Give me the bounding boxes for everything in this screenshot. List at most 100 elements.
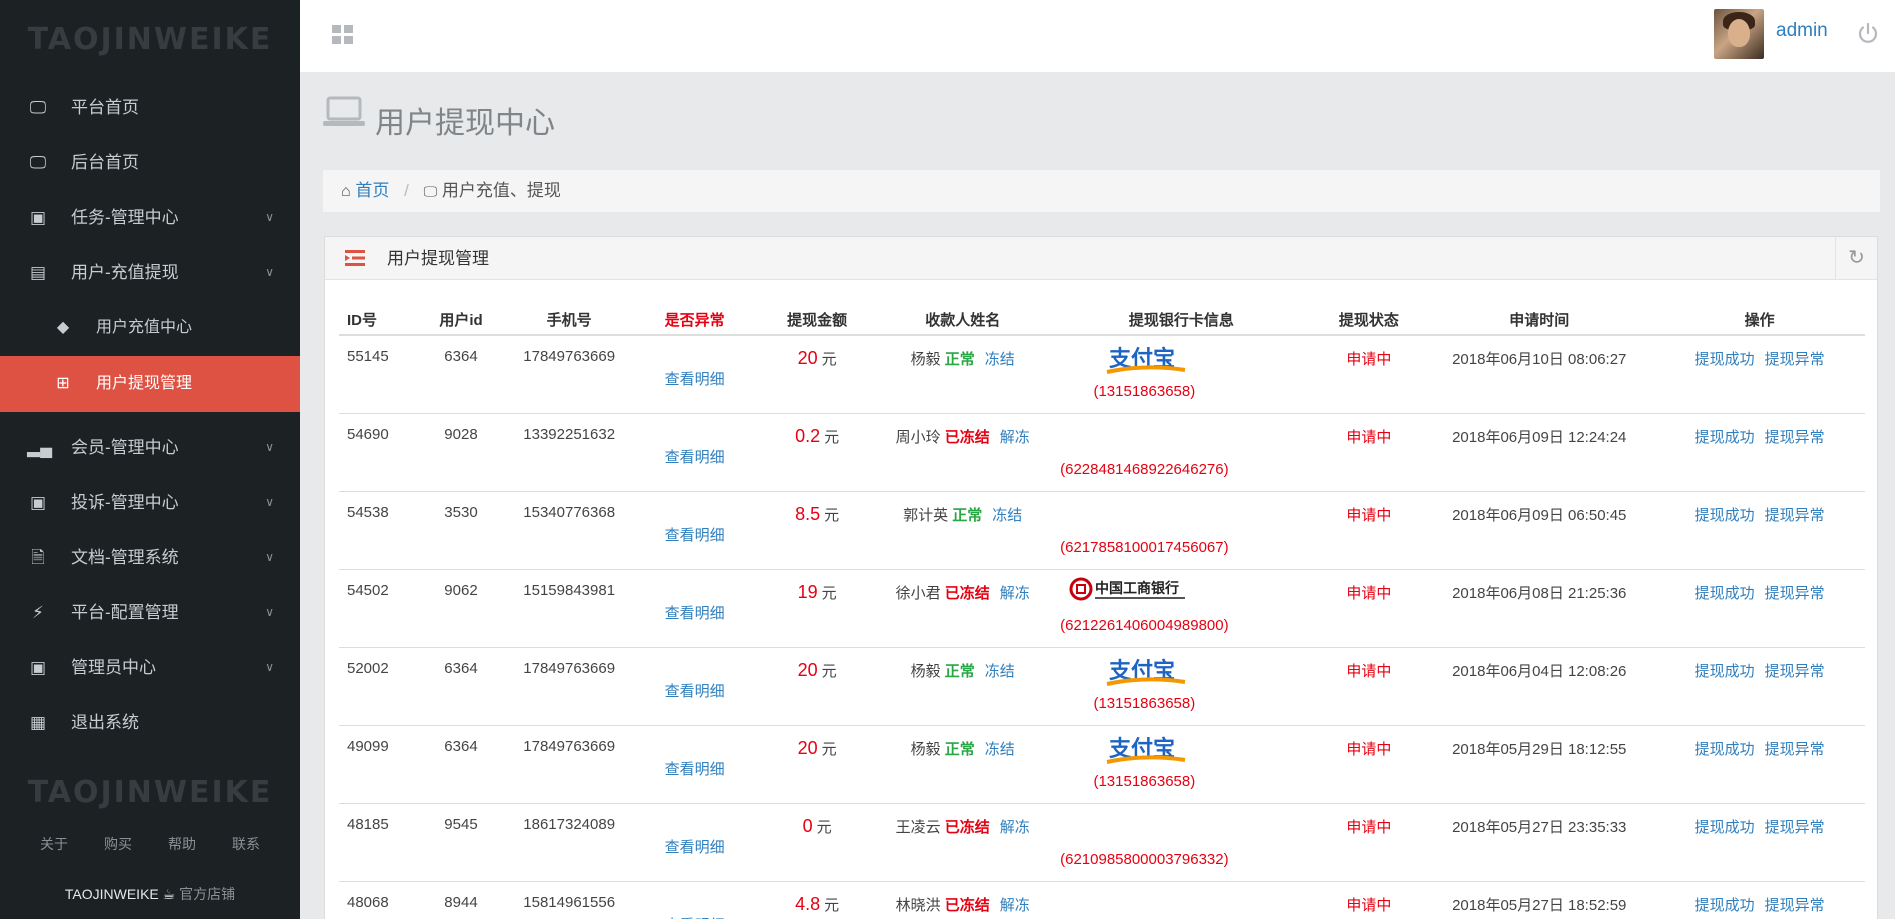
account-status: 正常 [944,662,975,680]
cell-ops: 提现成功 提现异常 [1654,803,1865,882]
breadcrumb-home[interactable]: 首页 [355,181,389,200]
cell-bank: (6210985800003796332) [1049,803,1314,882]
footer-link-help[interactable]: 帮助 [168,834,196,854]
cell-time: 2018年06月08日 21:25:36 [1424,569,1655,648]
sidebar-item-label: 用户提现管理 [96,375,193,392]
withdraw-abnormal-link[interactable]: 提现异常 [1765,585,1825,602]
breadcrumb-current: 用户充值、提现 [441,181,561,200]
table-row: 48185 9545 18617324089 查看明细 0 元王凌云 已冻结 解冻 (6210… [339,803,1865,882]
cell-bank: 支付宝 (13151863658) [1049,335,1314,414]
sidebar-item-document-system[interactable]: 🗎 文档-管理系统 ∨ [0,530,300,585]
freeze-link[interactable]: 冻结 [985,741,1015,758]
sidebar-item-label: 会员-管理中心 [71,438,179,457]
withdraw-success-link[interactable]: 提现成功 [1695,663,1755,680]
sidebar-item-platform-config[interactable]: ⚡ 平台-配置管理 ∨ [0,585,300,640]
withdraw-abnormal-link[interactable]: 提现异常 [1765,429,1825,446]
view-detail-link[interactable]: 查看明细 [665,446,725,467]
unfreeze-link[interactable]: 解冻 [1000,585,1030,602]
grid-menu-icon[interactable] [332,25,354,45]
cell-phone: 17849763669 [507,335,632,414]
topbar: admin [300,0,1895,72]
view-detail-link[interactable]: 查看明细 [665,602,725,623]
withdraw-abnormal-link[interactable]: 提现异常 [1765,351,1825,368]
power-icon[interactable] [1856,22,1880,46]
unfreeze-link[interactable]: 解冻 [1000,429,1030,446]
withdraw-success-link[interactable]: 提现成功 [1695,585,1755,602]
view-detail-link[interactable]: 查看明细 [665,680,725,701]
official-shop-link[interactable]: TAOJINWEIKE ☕ 官方店铺 [0,884,300,904]
cell-uid: 6364 [414,725,508,804]
unfreeze-link[interactable]: 解冻 [1000,897,1030,914]
amount-value: 19 [797,581,818,602]
currency-unit: 元 [821,351,837,368]
freeze-link[interactable]: 冻结 [992,507,1022,524]
sidebar-item-recharge-withdraw[interactable]: ▤ 用户-充值提现 ∨ [0,245,300,300]
withdraw-success-link[interactable]: 提现成功 [1695,897,1755,914]
chevron-down-icon: ∨ [265,495,274,509]
sidebar-item-admin-center[interactable]: ▣ 管理员中心 ∨ [0,640,300,695]
freeze-link[interactable]: 冻结 [985,663,1015,680]
currency-unit: 元 [816,818,832,836]
table-row: 55145 6364 17849763669 查看明细 20 元杨毅 正常 冻结 支付宝 (13… [339,335,1865,414]
panel-header: 用户提现管理 ↻ [325,237,1877,280]
col-header-payee: 收款人姓名 [876,305,1050,336]
refresh-button[interactable]: ↻ [1835,237,1877,280]
footer-link-buy[interactable]: 购买 [104,834,132,854]
withdraw-success-link[interactable]: 提现成功 [1695,819,1755,836]
withdraw-abnormal-link[interactable]: 提现异常 [1765,897,1825,914]
sidebar-item-withdraw-management[interactable]: ⊞ 用户提现管理 [0,356,300,412]
withdraw-success-link[interactable]: 提现成功 [1695,429,1755,446]
sidebar-item-label: 管理员中心 [71,658,156,677]
cell-ops: 提现成功 提现异常 [1654,335,1865,414]
cell-abnormal: 查看明细 [631,803,758,882]
view-detail-link[interactable]: 查看明细 [665,914,725,919]
withdraw-success-link[interactable]: 提现成功 [1695,507,1755,524]
briefcase-icon: ▣ [29,658,47,677]
view-detail-link[interactable]: 查看明细 [665,758,725,779]
withdraw-abnormal-link[interactable]: 提现异常 [1765,663,1825,680]
unfreeze-link[interactable]: 解冻 [1000,819,1030,836]
withdraw-success-link[interactable]: 提现成功 [1695,351,1755,368]
amount-value: 20 [797,659,818,680]
bank-account: (6212261406004989800) [1060,616,1229,634]
sidebar-item-admin-home[interactable]: 🖵 后台首页 [0,135,300,190]
cell-ops: 提现成功 提现异常 [1654,413,1865,492]
cell-state: 申请中 [1313,647,1425,726]
cell-abnormal: 查看明细 [631,335,758,414]
sidebar-item-platform-home[interactable]: 🖵 平台首页 [0,80,300,135]
withdraw-success-link[interactable]: 提现成功 [1695,741,1755,758]
payee-name: 杨毅 [910,662,941,680]
footer-link-about[interactable]: 关于 [40,834,68,854]
view-detail-link[interactable]: 查看明细 [665,524,725,545]
payee-name: 杨毅 [910,740,941,758]
sidebar-item-task-center[interactable]: ▣ 任务-管理中心 ∨ [0,190,300,245]
file-text-icon: 🗎 [31,548,45,567]
view-detail-link[interactable]: 查看明细 [665,368,725,389]
sidebar-item-member-center[interactable]: ▂▄ 会员-管理中心 ∨ [0,420,300,475]
sidebar-item-complaint-center[interactable]: ▣ 投诉-管理中心 ∨ [0,475,300,530]
alipay-logo: 支付宝 [1105,342,1187,380]
withdraw-abnormal-link[interactable]: 提现异常 [1765,741,1825,758]
withdraw-abnormal-link[interactable]: 提现异常 [1765,507,1825,524]
view-detail-link[interactable]: 查看明细 [665,836,725,857]
cell-time: 2018年05月27日 18:52:59 [1424,881,1655,919]
chevron-down-icon: ∨ [265,440,274,454]
cell-phone: 17849763669 [507,725,632,804]
freeze-link[interactable]: 冻结 [985,351,1015,368]
sidebar-item-logout[interactable]: ▦ 退出系统 [0,695,300,750]
cell-bank: 支付宝 (13151863658) [1049,725,1314,804]
footer-link-contact[interactable]: 联系 [232,834,260,854]
home-icon: ⌂ [341,183,351,200]
table-row: 52002 6364 17849763669 查看明细 20 元杨毅 正常 冻结 支付宝 (13… [339,647,1865,726]
cell-payee: 徐小君 已冻结 解冻 [876,569,1050,648]
bolt-icon: ⚡ [32,603,44,622]
sidebar-item-recharge-center[interactable]: ◆ 用户充值中心 [0,300,300,356]
laptop-icon: 🖵 [423,183,438,199]
bank-account: (13151863658) [1093,772,1196,790]
cell-phone: 15814961556 [507,881,632,919]
sidebar-item-label: 平台-配置管理 [71,603,179,622]
username-link[interactable]: admin [1776,20,1828,42]
avatar[interactable] [1714,9,1764,59]
cell-ops: 提现成功 提现异常 [1654,569,1865,648]
withdraw-abnormal-link[interactable]: 提现异常 [1765,819,1825,836]
